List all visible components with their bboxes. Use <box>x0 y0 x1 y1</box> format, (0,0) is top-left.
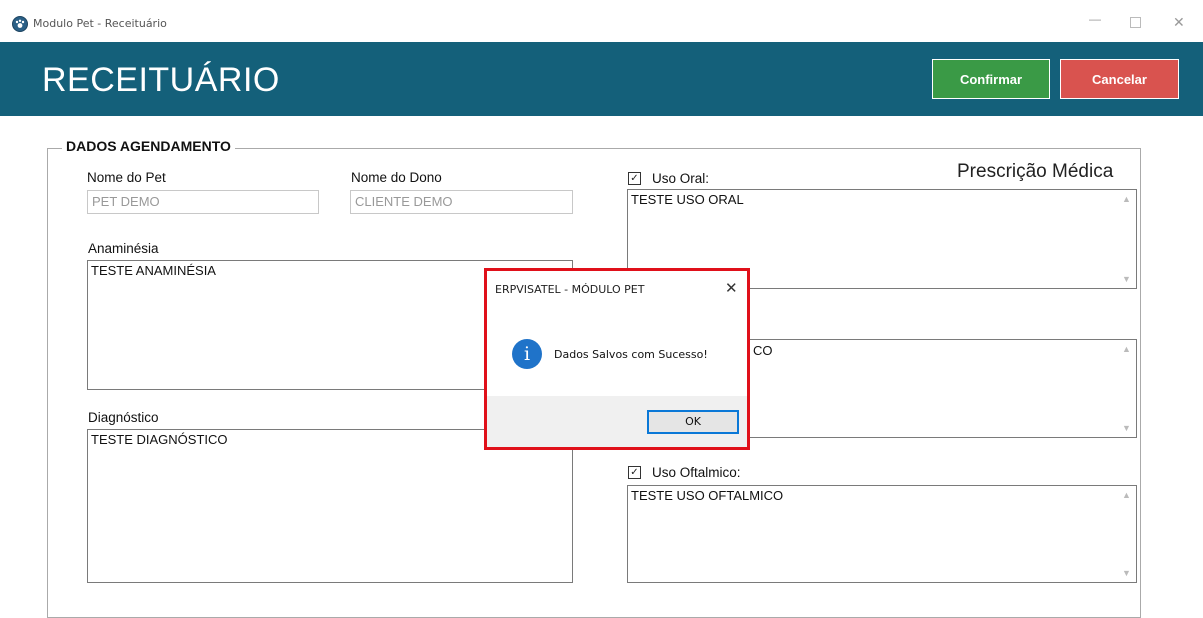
pet-name-input[interactable]: PET DEMO <box>87 190 319 214</box>
ok-button[interactable]: OK <box>647 410 739 434</box>
oral-scrollbar[interactable]: ▲ ▼ <box>1118 191 1135 287</box>
ophthalmic-textarea[interactable]: TESTE USO OFTALMICO ▲ ▼ <box>627 485 1137 583</box>
window-title: Modulo Pet - Receituário <box>33 17 167 30</box>
dialog-message: Dados Salvos com Sucesso! <box>554 348 708 361</box>
close-window-button[interactable]: ✕ <box>1173 14 1185 31</box>
info-icon: i <box>512 339 542 369</box>
pet-name-label: Nome do Pet <box>87 170 166 185</box>
ophthalmic-text: TESTE USO OFTALMICO <box>631 488 784 503</box>
scroll-up-icon[interactable]: ▲ <box>1118 344 1135 354</box>
oral-label: Uso Oral: <box>652 171 710 186</box>
close-icon[interactable]: ✕ <box>725 279 738 297</box>
anamnesis-text: TESTE ANAMINÉSIA <box>91 263 216 278</box>
owner-name-input[interactable]: CLIENTE DEMO <box>350 190 573 214</box>
diagnosis-textarea[interactable]: TESTE DIAGNÓSTICO <box>87 429 573 583</box>
scroll-down-icon[interactable]: ▼ <box>1118 274 1135 284</box>
page-header: RECEITUÁRIO Confirmar Cancelar <box>0 42 1203 116</box>
paw-icon <box>12 16 28 32</box>
scroll-up-icon[interactable]: ▲ <box>1118 194 1135 204</box>
middle-text: CO <box>753 343 773 358</box>
scroll-up-icon[interactable]: ▲ <box>1118 490 1135 500</box>
ophthalmic-label: Uso Oftalmico: <box>652 465 741 480</box>
maximize-button[interactable] <box>1130 17 1141 28</box>
ophthalmic-checkbox[interactable]: ✓ <box>628 466 641 479</box>
anamnesis-label: Anaminésia <box>88 241 159 256</box>
minimize-button[interactable]: — <box>1089 12 1101 26</box>
diagnosis-text: TESTE DIAGNÓSTICO <box>91 432 228 447</box>
group-title: DADOS AGENDAMENTO <box>62 138 235 154</box>
dialog-footer: OK <box>487 396 747 447</box>
oral-checkbox[interactable]: ✓ <box>628 172 641 185</box>
message-dialog: ERPVISATEL - MÓDULO PET ✕ i Dados Salvos… <box>484 268 750 450</box>
prescription-title: Prescrição Médica <box>957 161 1114 182</box>
cancel-button[interactable]: Cancelar <box>1060 59 1179 99</box>
ophthalmic-scrollbar[interactable]: ▲ ▼ <box>1118 487 1135 581</box>
oral-text: TESTE USO ORAL <box>631 192 744 207</box>
page-title: RECEITUÁRIO <box>42 61 280 99</box>
middle-scrollbar[interactable]: ▲ ▼ <box>1118 341 1135 436</box>
dialog-title: ERPVISATEL - MÓDULO PET <box>495 283 645 296</box>
diagnosis-label: Diagnóstico <box>88 410 159 425</box>
window-titlebar: Modulo Pet - Receituário — ✕ <box>0 0 1203 42</box>
scroll-down-icon[interactable]: ▼ <box>1118 423 1135 433</box>
owner-name-label: Nome do Dono <box>351 170 442 185</box>
scroll-down-icon[interactable]: ▼ <box>1118 568 1135 578</box>
confirm-button[interactable]: Confirmar <box>932 59 1050 99</box>
